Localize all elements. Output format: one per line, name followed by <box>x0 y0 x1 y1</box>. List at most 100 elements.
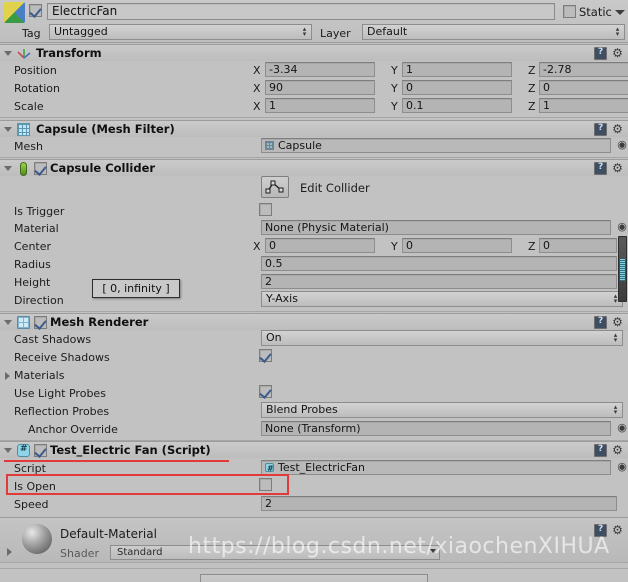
foldout-material-icon[interactable] <box>7 548 12 556</box>
use-light-probes-checkbox[interactable] <box>259 385 272 398</box>
component-title-mesh-renderer: Mesh Renderer <box>50 315 149 329</box>
reflection-probes-label: Reflection Probes <box>14 405 110 418</box>
mesh-filter-mesh-row: Mesh Capsule ◉ <box>0 138 628 156</box>
component-title-mesh-filter: Capsule (Mesh Filter) <box>36 122 175 136</box>
script-object-field[interactable]: Test_ElectricFan <box>261 460 611 475</box>
position-y-axis-label: Y <box>391 64 398 77</box>
script-enabled-checkbox[interactable] <box>34 444 47 457</box>
component-header-mesh-filter[interactable]: Capsule (Mesh Filter) ⚙ <box>0 120 628 137</box>
is-trigger-label: Is Trigger <box>14 205 65 218</box>
edit-collider-polyline-icon <box>265 180 284 194</box>
static-label: Static <box>579 5 612 19</box>
component-header-test-electric-fan[interactable]: Test_Electric Fan (Script) ⚙ <box>0 441 628 458</box>
static-dropdown-arrow-icon[interactable] <box>615 10 625 15</box>
chevron-updown-icon: ▴ ▾ <box>613 403 618 416</box>
scrollbar-thumb[interactable] <box>620 259 625 281</box>
help-icon[interactable] <box>594 316 607 329</box>
foldout-materials-icon[interactable] <box>5 372 10 380</box>
material-preview-sphere <box>22 524 52 554</box>
rotation-y-axis-label: Y <box>391 82 398 95</box>
mesh-object-field[interactable]: Capsule <box>261 138 611 153</box>
gear-icon[interactable]: ⚙ <box>611 47 624 60</box>
help-icon[interactable] <box>594 444 607 457</box>
cast-shadows-value: On <box>266 331 282 344</box>
capsule-material-row: Material None (Physic Material) ◉ <box>0 220 628 238</box>
position-z-axis-label: Z <box>528 64 536 77</box>
anchor-override-object-field[interactable]: None (Transform) <box>261 421 611 436</box>
help-icon[interactable] <box>594 162 607 175</box>
object-picker-icon[interactable]: ◉ <box>616 139 628 151</box>
gear-icon[interactable]: ⚙ <box>611 123 624 136</box>
anchor-override-row: Anchor Override None (Transform) ◉ <box>0 421 628 439</box>
chevron-updown-icon: ▴ ▾ <box>615 25 620 38</box>
radius-input[interactable]: 0.5 <box>261 256 617 271</box>
help-icon[interactable] <box>594 47 607 60</box>
physic-material-label: Material <box>14 222 59 235</box>
edit-collider-button[interactable] <box>261 176 289 198</box>
foldout-script-icon[interactable] <box>4 448 12 457</box>
vertical-scrollbar[interactable] <box>618 236 627 302</box>
capsule-collider-enabled-checkbox[interactable] <box>34 162 47 175</box>
help-icon[interactable] <box>594 524 607 537</box>
object-picker-icon[interactable]: ◉ <box>616 461 628 473</box>
range-tooltip: [ 0, infinity ] <box>92 279 180 298</box>
direction-dropdown[interactable]: Y-Axis ▴ ▾ <box>261 291 623 307</box>
object-picker-icon[interactable]: ◉ <box>616 221 628 233</box>
is-trigger-checkbox[interactable] <box>259 203 272 216</box>
gameobject-enabled-checkbox[interactable] <box>29 4 42 17</box>
rotation-z-input[interactable]: 0 <box>539 80 628 95</box>
gear-icon[interactable]: ⚙ <box>611 162 624 175</box>
gear-icon[interactable]: ⚙ <box>611 444 624 457</box>
speed-input[interactable]: 2 <box>261 496 617 511</box>
center-x-input[interactable]: 0 <box>265 238 375 253</box>
component-title-test-electric-fan: Test_Electric Fan (Script) <box>50 443 211 457</box>
component-title-transform: Transform <box>36 46 102 60</box>
height-input[interactable]: 2 <box>261 274 617 289</box>
divider <box>0 157 628 158</box>
layer-dropdown[interactable]: Default ▴ ▾ <box>362 24 625 40</box>
center-y-input[interactable]: 0 <box>402 238 512 253</box>
static-checkbox[interactable] <box>563 5 576 18</box>
physic-material-object-field[interactable]: None (Physic Material) <box>261 220 611 235</box>
materials-row[interactable]: Materials <box>0 367 628 385</box>
center-z-axis-label: Z <box>528 240 536 253</box>
scale-z-input[interactable]: 1 <box>539 98 628 113</box>
component-header-transform[interactable]: Transform ⚙ <box>0 44 628 61</box>
component-header-capsule-collider[interactable]: Capsule Collider ⚙ <box>0 159 628 176</box>
center-label: Center <box>14 240 52 253</box>
gear-icon[interactable]: ⚙ <box>611 316 624 329</box>
unity-inspector-window: ElectricFan Static Tag Untagged ▴ ▾ Layer… <box>0 0 628 582</box>
scale-x-input[interactable]: 1 <box>265 98 375 113</box>
height-label: Height <box>14 276 51 289</box>
position-z-input[interactable]: -2.78 <box>539 62 628 77</box>
component-header-mesh-renderer[interactable]: Mesh Renderer ⚙ <box>0 313 628 330</box>
reflection-probes-dropdown[interactable]: Blend Probes ▴ ▾ <box>261 402 623 418</box>
gameobject-name-input[interactable]: ElectricFan <box>47 3 555 20</box>
foldout-mesh-renderer-icon[interactable] <box>4 320 12 329</box>
rotation-x-axis-label: X <box>253 82 261 95</box>
position-y-input[interactable]: 1 <box>402 62 512 77</box>
shader-dropdown[interactable]: Standard <box>110 545 440 560</box>
object-picker-icon[interactable]: ◉ <box>616 422 628 434</box>
mesh-renderer-enabled-checkbox[interactable] <box>34 316 47 329</box>
rotation-y-input[interactable]: 0 <box>402 80 512 95</box>
speed-label: Speed <box>14 498 49 511</box>
add-component-button[interactable] <box>200 574 428 582</box>
rotation-x-input[interactable]: 90 <box>265 80 375 95</box>
receive-shadows-row: Receive Shadows <box>0 349 628 367</box>
receive-shadows-checkbox[interactable] <box>259 349 272 362</box>
cast-shadows-dropdown[interactable]: On ▴ ▾ <box>261 330 623 346</box>
chevron-down-icon <box>430 549 436 553</box>
position-x-input[interactable]: -3.34 <box>265 62 375 77</box>
tag-label: Tag <box>22 27 41 40</box>
scale-y-axis-label: Y <box>391 100 398 113</box>
help-icon[interactable] <box>594 123 607 136</box>
direction-label: Direction <box>14 294 64 307</box>
scale-y-input[interactable]: 0.1 <box>402 98 512 113</box>
foldout-transform-icon[interactable] <box>4 51 12 60</box>
foldout-capsule-collider-icon[interactable] <box>4 166 12 175</box>
tag-dropdown[interactable]: Untagged ▴ ▾ <box>49 24 312 40</box>
center-z-input[interactable]: 0 <box>539 238 617 253</box>
gear-icon[interactable]: ⚙ <box>611 524 624 537</box>
foldout-mesh-filter-icon[interactable] <box>4 127 12 136</box>
